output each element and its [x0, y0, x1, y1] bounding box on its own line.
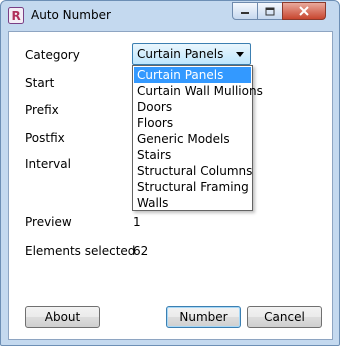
close-button[interactable]	[282, 2, 326, 20]
minimize-icon	[241, 12, 249, 14]
cancel-button[interactable]: Cancel	[247, 306, 322, 328]
elements-selected-label: Elements selected	[25, 244, 136, 258]
prefix-label: Prefix	[25, 103, 59, 117]
start-label: Start	[25, 76, 55, 90]
category-option-doors[interactable]: Doors	[134, 99, 251, 115]
category-select[interactable]: Curtain Panels	[132, 43, 251, 65]
postfix-label: Postfix	[25, 131, 65, 145]
number-button[interactable]: Number	[166, 306, 241, 328]
close-icon	[299, 6, 309, 16]
category-option-generic-models[interactable]: Generic Models	[134, 131, 251, 147]
category-option-curtain-wall-mullions[interactable]: Curtain Wall Mullions	[134, 83, 263, 99]
svg-text:R: R	[12, 9, 21, 23]
preview-label: Preview	[25, 215, 72, 229]
elements-selected-value: 62	[133, 244, 149, 258]
preview-value: 1	[133, 215, 141, 229]
category-option-structural-framing[interactable]: Structural Framing	[134, 179, 251, 195]
category-option-curtain-panels[interactable]: Curtain Panels	[134, 67, 251, 83]
category-option-walls[interactable]: Walls	[134, 195, 251, 211]
category-option-stairs[interactable]: Stairs	[134, 147, 251, 163]
window-title: Auto Number	[31, 8, 111, 22]
category-option-structural-columns[interactable]: Structural Columns	[134, 163, 252, 179]
maximize-button[interactable]	[257, 2, 283, 20]
category-dropdown-list: Curtain Panels Curtain Wall Mullions Doo…	[132, 65, 263, 211]
minimize-button[interactable]	[232, 2, 258, 20]
category-label: Category	[25, 48, 80, 62]
maximize-icon	[265, 7, 275, 15]
about-button[interactable]: About	[25, 306, 100, 328]
title-bar[interactable]: R Auto Number	[1, 1, 341, 31]
category-select-value: Curtain Panels	[137, 47, 224, 61]
revit-app-icon: R	[8, 7, 24, 24]
interval-label: Interval	[25, 157, 71, 171]
category-option-floors[interactable]: Floors	[134, 115, 251, 131]
dropdown-arrow-icon	[236, 52, 244, 57]
